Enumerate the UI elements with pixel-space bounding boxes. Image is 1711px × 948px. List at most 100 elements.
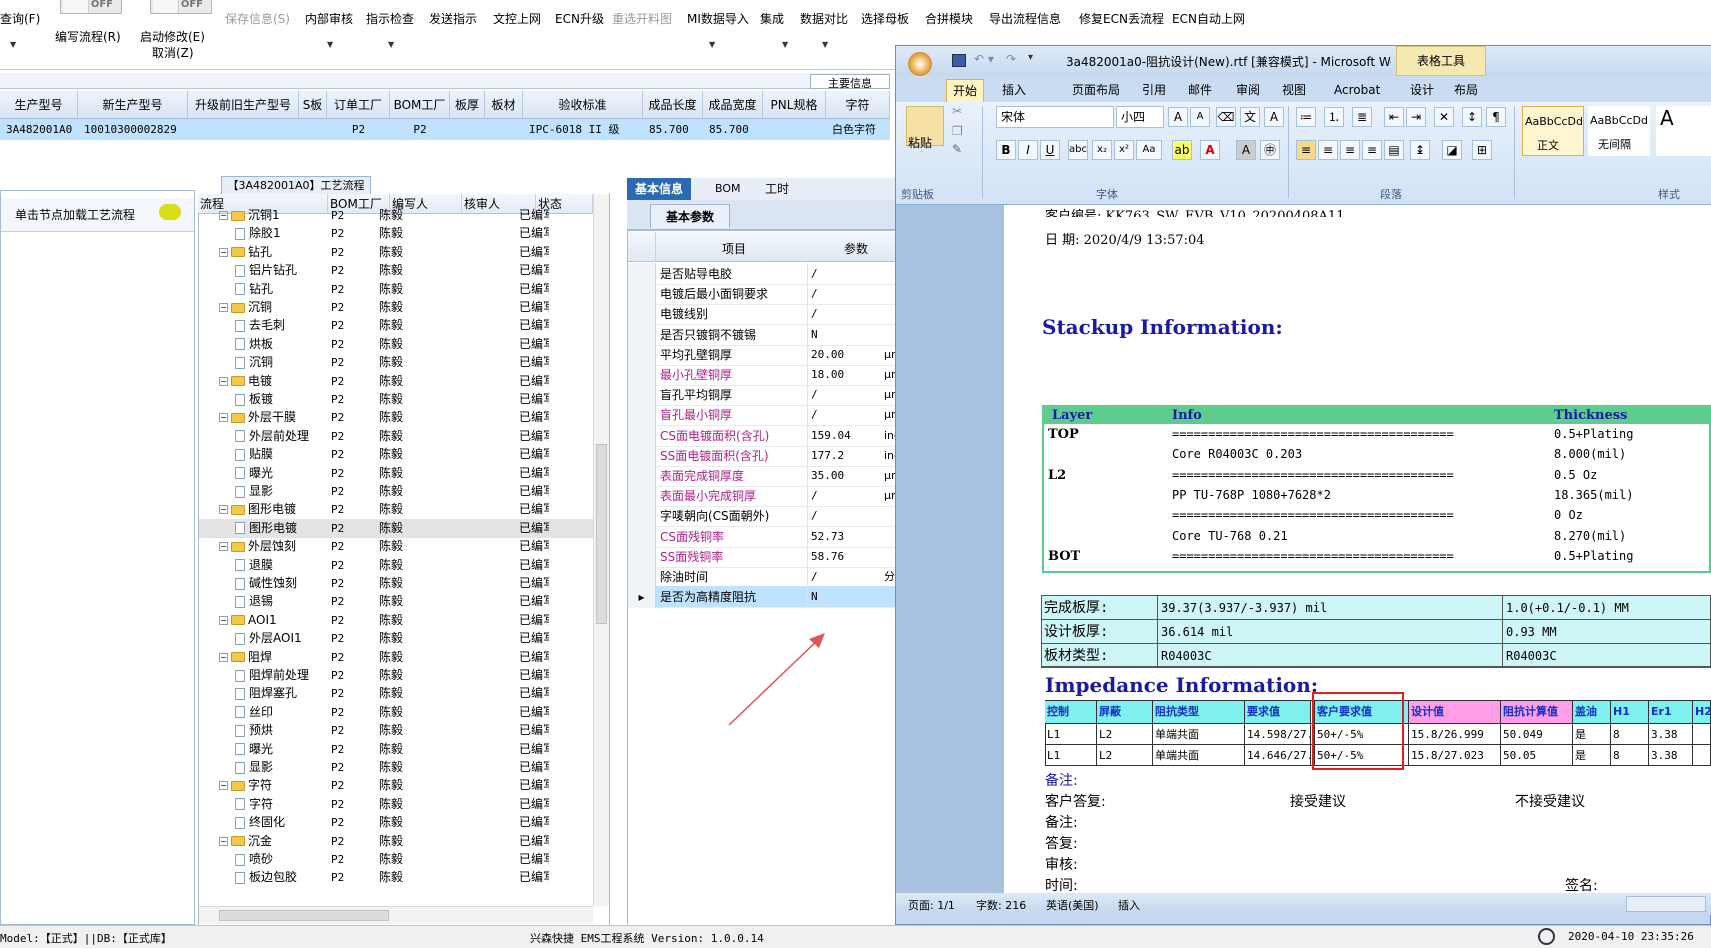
borders-icon[interactable]: ⊞: [1472, 140, 1492, 160]
show-marks-icon[interactable]: ¶: [1486, 107, 1506, 127]
process-tree-node[interactable]: − 外层蚀刻 P2 陈毅 已编写: [199, 537, 594, 556]
dropdown-arrow-icon[interactable]: ▼: [10, 40, 16, 49]
expand-toggle-icon[interactable]: −: [219, 542, 228, 552]
toolbar-button[interactable]: 指示检查: [366, 10, 414, 27]
italic-icon[interactable]: I: [1018, 140, 1038, 160]
row-selector[interactable]: [628, 364, 656, 386]
toolbar-button[interactable]: 内部审核: [305, 10, 353, 27]
process-tree-node[interactable]: 铝片钻孔 P2 陈毅 已编写: [199, 261, 594, 280]
scroll-thumb[interactable]: [596, 444, 607, 624]
insert-mode[interactable]: 插入: [1118, 897, 1140, 913]
grid-cell[interactable]: IPC-6018 II 级: [523, 119, 643, 140]
ribbon-tab[interactable]: 邮件: [1182, 79, 1218, 102]
style-no-spacing[interactable]: AaBbCcDd 无间隔: [1588, 106, 1650, 156]
bullets-icon[interactable]: ≔: [1296, 107, 1316, 127]
process-tree-node[interactable]: 显影 P2 陈毅 已编写: [199, 482, 594, 501]
process-tree-node[interactable]: − 字符 P2 陈毅 已编写: [199, 776, 594, 795]
row-selector[interactable]: [628, 525, 656, 548]
load-process-hint[interactable]: 单击节点加载工艺流程: [1, 198, 194, 232]
dropdown-arrow-icon[interactable]: ▼: [709, 40, 715, 49]
font-color-icon[interactable]: A: [1200, 140, 1220, 160]
grid-col-header[interactable]: 新生产型号: [78, 91, 188, 119]
chinese-layout-icon[interactable]: ✕: [1434, 107, 1454, 127]
dropdown-arrow-icon[interactable]: ▼: [388, 40, 394, 49]
row-selector[interactable]: [628, 485, 656, 508]
grid-cell[interactable]: 85.700: [703, 119, 763, 140]
grid-cell[interactable]: P2: [327, 119, 390, 140]
enclose-char-icon[interactable]: ㊥: [1260, 140, 1280, 160]
param-row[interactable]: 是否只镀铜不镀锡 N: [628, 323, 903, 346]
cut-icon[interactable]: ✂: [952, 104, 962, 118]
phonetic-icon[interactable]: 文: [1240, 107, 1260, 127]
expand-toggle-icon[interactable]: −: [219, 413, 228, 423]
param-row[interactable]: SS面电镀面积(含孔)177.2inch: [628, 444, 904, 467]
process-tree-node[interactable]: 喷砂 P2 陈毅 已编写: [199, 850, 594, 869]
grid-col-header[interactable]: PNL规格: [763, 91, 826, 119]
grid-col-header[interactable]: 板厚: [450, 91, 485, 119]
sort-icon[interactable]: ↕: [1462, 107, 1482, 127]
toolbar-button[interactable]: 合拼模块: [925, 10, 973, 27]
param-row[interactable]: 电镀线别 /: [628, 303, 903, 326]
expand-toggle-icon[interactable]: −: [219, 836, 228, 846]
row-selector[interactable]: [628, 465, 656, 487]
process-tree-node[interactable]: 预烘 P2 陈毅 已编写: [199, 721, 594, 740]
row-selector[interactable]: [628, 263, 656, 285]
quick-access-dropdown-icon[interactable]: ▾: [1028, 52, 1033, 63]
superscript-icon[interactable]: x²: [1114, 140, 1134, 160]
format-painter-icon[interactable]: ✎: [952, 142, 962, 156]
ribbon-tab[interactable]: Acrobat: [1328, 79, 1386, 102]
change-case-icon[interactable]: Aa: [1136, 140, 1162, 160]
style-normal[interactable]: AaBbCcDd 正文: [1522, 106, 1584, 156]
grid-col-header[interactable]: 字符: [826, 91, 890, 119]
ribbon-tab[interactable]: 设计: [1404, 79, 1440, 102]
word-count[interactable]: 字数: 216: [976, 897, 1026, 913]
param-row[interactable]: 盲孔平均铜厚 / μm: [628, 384, 903, 407]
font-size-box[interactable]: 小四: [1116, 106, 1164, 128]
grid-cell[interactable]: 85.700: [643, 119, 703, 140]
toolbar-button[interactable]: 取消(Z): [152, 44, 194, 61]
numbering-icon[interactable]: ⒈: [1324, 107, 1344, 127]
expand-toggle-icon[interactable]: −: [219, 303, 228, 312]
process-tree-node[interactable]: − 电镀 P2 陈毅 已编写: [199, 372, 594, 391]
distribute-icon[interactable]: ▤: [1384, 140, 1404, 160]
process-tree-node[interactable]: − 钻孔 P2 陈毅 已编写: [199, 243, 594, 262]
grid-col-header[interactable]: 板材: [485, 91, 523, 119]
grid-cell[interactable]: [450, 119, 485, 140]
process-tree-node[interactable]: 阻焊前处理 P2 陈毅 已编写: [199, 666, 594, 685]
process-tree-node[interactable]: 碱性蚀刻 P2 陈毅 已编写: [199, 574, 594, 593]
grid-cell[interactable]: 白色字符: [826, 119, 890, 140]
row-selector[interactable]: ▸: [628, 586, 656, 609]
process-tree-node[interactable]: 沉铜 P2 陈毅 已编写: [199, 353, 594, 372]
process-tree-node[interactable]: 退膜 P2 陈毅 已编写: [199, 556, 594, 575]
align-right-icon[interactable]: ≡: [1340, 140, 1360, 160]
param-row[interactable]: 平均孔壁铜厚 20.00 μm: [628, 343, 903, 366]
modify-toggle[interactable]: OFF: [150, 0, 212, 14]
expand-toggle-icon[interactable]: −: [219, 376, 228, 386]
tab-bom[interactable]: BOM: [707, 178, 749, 200]
toolbar-button[interactable]: 发送指示: [429, 10, 477, 27]
process-tree-node[interactable]: 阻焊塞孔 P2 陈毅 已编写: [199, 684, 594, 703]
toolbar-button[interactable]: 保存信息(S): [225, 10, 290, 27]
toolbar-button[interactable]: 文控上网: [493, 10, 541, 27]
process-tree-node[interactable]: 去毛刺 P2 陈毅 已编写: [199, 316, 594, 335]
grid-col-header[interactable]: 订单工厂: [327, 91, 390, 119]
ribbon-tab[interactable]: 开始: [946, 79, 985, 102]
align-left-icon[interactable]: ≡: [1296, 140, 1316, 160]
process-tree-node[interactable]: − 阻焊 P2 陈毅 已编写: [199, 648, 594, 667]
toolbar-button[interactable]: 查询(F): [0, 10, 40, 27]
process-tree-node[interactable]: − 沉铜1 P2 陈毅 已编写: [199, 206, 594, 225]
toolbar-button[interactable]: 集成: [760, 10, 784, 27]
write-toggle[interactable]: OFF: [60, 0, 122, 14]
undo-icon[interactable]: ↶ ▾: [974, 52, 994, 66]
param-row[interactable]: CS面残铜率 52.73: [628, 525, 903, 548]
grid-col-header[interactable]: 验收标准: [523, 91, 643, 119]
justify-icon[interactable]: ≡: [1362, 140, 1382, 160]
dropdown-arrow-icon[interactable]: ▼: [782, 40, 788, 49]
process-tree-node[interactable]: 贴膜 P2 陈毅 已编写: [199, 445, 594, 464]
row-selector[interactable]: [628, 283, 656, 306]
char-border-icon[interactable]: A: [1264, 107, 1284, 127]
language[interactable]: 英语(美国): [1046, 897, 1099, 913]
process-tree-node[interactable]: 烘板 P2 陈毅 已编写: [199, 335, 594, 354]
param-row[interactable]: 最小孔壁铜厚 18.00 μm: [628, 364, 903, 386]
grid-cell[interactable]: [299, 119, 327, 140]
